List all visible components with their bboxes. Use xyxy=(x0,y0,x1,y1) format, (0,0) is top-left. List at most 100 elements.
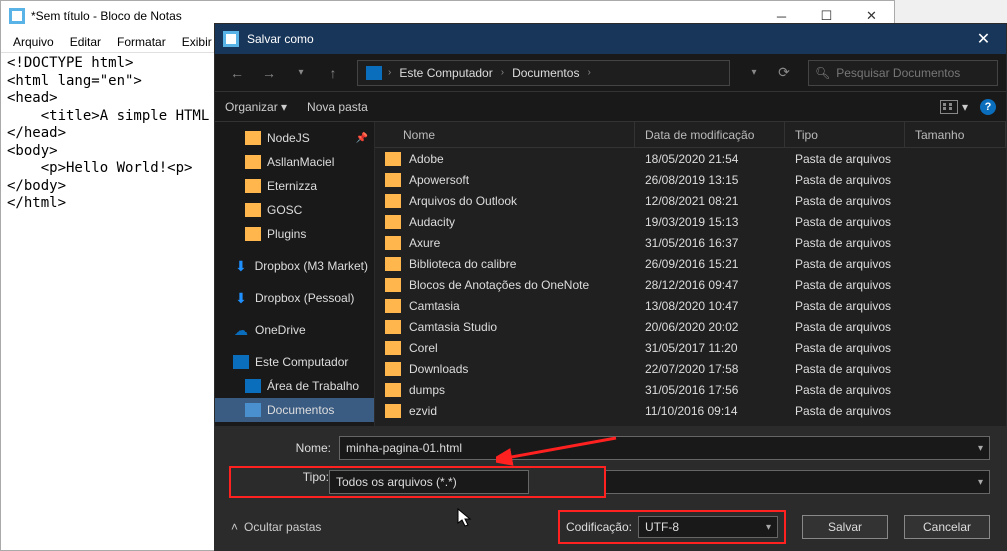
tree-item[interactable]: Área de Trabalho xyxy=(215,374,374,398)
breadcrumb-seg-0[interactable]: Este Computador xyxy=(393,66,498,80)
filename-label: Nome: xyxy=(231,441,331,455)
table-row[interactable]: Downloads22/07/2020 17:58Pasta de arquiv… xyxy=(375,358,1006,379)
notepad-title-text: *Sem título - Bloco de Notas xyxy=(31,9,182,23)
folder-icon xyxy=(385,194,401,208)
refresh-button[interactable]: ⟳ xyxy=(770,59,798,87)
menu-formatar[interactable]: Formatar xyxy=(111,33,172,51)
tree-item-label: Dropbox (Pessoal) xyxy=(255,291,354,305)
file-name: Biblioteca do calibre xyxy=(409,257,516,271)
chevron-right-icon: › xyxy=(388,67,391,78)
tree-item-label: GOSC xyxy=(267,203,302,217)
file-list[interactable]: Adobe18/05/2020 21:54Pasta de arquivosAp… xyxy=(375,148,1006,426)
col-header-date[interactable]: Data de modificação xyxy=(635,122,785,147)
table-row[interactable]: Blocos de Anotações do OneNote28/12/2016… xyxy=(375,274,1006,295)
col-header-type[interactable]: Tipo xyxy=(785,122,905,147)
dialog-footer: ˄ Ocultar pastas Codificação: UTF-8 ▾ Sa… xyxy=(215,504,1006,550)
save-button[interactable]: Salvar xyxy=(802,515,888,539)
folder-icon xyxy=(385,278,401,292)
col-header-name[interactable]: Nome xyxy=(375,122,635,147)
menu-arquivo[interactable]: Arquivo xyxy=(7,33,60,51)
tree-item[interactable]: AsllanMaciel xyxy=(215,150,374,174)
filename-input[interactable]: minha-pagina-01.html ▾ xyxy=(339,436,990,460)
tree-item[interactable]: ⬇ Dropbox (Pessoal) xyxy=(215,286,374,310)
tree-item[interactable]: NodeJS📌 xyxy=(215,126,374,150)
nav-recent-button[interactable]: ▾ xyxy=(287,59,315,87)
file-date: 19/03/2019 15:13 xyxy=(635,215,785,229)
file-name: ezvid xyxy=(409,404,437,418)
tree-item[interactable]: Downloads xyxy=(215,422,374,426)
view-mode-button[interactable]: ▾ xyxy=(940,100,968,114)
table-row[interactable]: Corel31/05/2017 11:20Pasta de arquivos xyxy=(375,337,1006,358)
file-date: 31/05/2017 11:20 xyxy=(635,341,785,355)
table-row[interactable]: Apowersoft26/08/2019 13:15Pasta de arqui… xyxy=(375,169,1006,190)
encoding-dropdown[interactable]: UTF-8 ▾ xyxy=(638,516,778,538)
tree-item-label: AsllanMaciel xyxy=(267,155,334,169)
filetype-dropdown[interactable]: ▾ xyxy=(606,470,990,494)
tree-item[interactable]: Eternizza xyxy=(215,174,374,198)
filetype-value: Todos os arquivos (*.*) xyxy=(336,475,457,489)
nav-back-button[interactable]: ← xyxy=(223,59,251,87)
menu-exibir[interactable]: Exibir xyxy=(176,33,218,51)
hide-folders-link[interactable]: ˄ Ocultar pastas xyxy=(231,520,321,534)
chevron-down-icon[interactable]: ▾ xyxy=(766,522,771,533)
file-name: Adobe xyxy=(409,152,444,166)
dialog-close-button[interactable]: ✕ xyxy=(961,24,1006,54)
tree-item-label: Documentos xyxy=(267,403,334,417)
file-type: Pasta de arquivos xyxy=(785,278,905,292)
table-row[interactable]: Axure31/05/2016 16:37Pasta de arquivos xyxy=(375,232,1006,253)
organize-menu[interactable]: Organizar ▾ xyxy=(225,100,287,114)
help-button[interactable]: ? xyxy=(980,99,996,115)
chevron-right-icon: › xyxy=(501,67,504,78)
file-pane: Nome Data de modificação Tipo Tamanho Ad… xyxy=(375,122,1006,426)
tree-item-label: Plugins xyxy=(267,227,306,241)
file-date: 12/08/2021 08:21 xyxy=(635,194,785,208)
folder-icon xyxy=(245,155,261,169)
folder-icon xyxy=(245,227,261,241)
folder-icon xyxy=(385,383,401,397)
table-row[interactable]: Camtasia13/08/2020 10:47Pasta de arquivo… xyxy=(375,295,1006,316)
file-type: Pasta de arquivos xyxy=(785,173,905,187)
table-row[interactable]: dumps31/05/2016 17:56Pasta de arquivos xyxy=(375,379,1006,400)
table-row[interactable]: Arquivos do Outlook12/08/2021 08:21Pasta… xyxy=(375,190,1006,211)
tree-item[interactable]: Documentos xyxy=(215,398,374,422)
chevron-down-icon[interactable]: ▾ xyxy=(978,477,983,488)
chevron-down-icon[interactable]: ▾ xyxy=(978,443,983,454)
new-folder-button[interactable]: Nova pasta xyxy=(307,100,368,114)
filetype-dropdown-inner[interactable]: Todos os arquivos (*.*) xyxy=(329,470,529,494)
table-row[interactable]: Audacity19/03/2019 15:13Pasta de arquivo… xyxy=(375,211,1006,232)
breadcrumb-seg-1[interactable]: Documentos xyxy=(506,66,585,80)
dropbox-icon: ⬇ xyxy=(233,290,249,307)
table-row[interactable]: Camtasia Studio20/06/2020 20:02Pasta de … xyxy=(375,316,1006,337)
breadcrumb[interactable]: › Este Computador › Documentos › xyxy=(357,60,730,86)
tree-item[interactable]: ☁OneDrive xyxy=(215,318,374,342)
encoding-label: Codificação: xyxy=(566,520,632,534)
nav-up-button[interactable]: ↑ xyxy=(319,59,347,87)
table-row[interactable]: Biblioteca do calibre26/09/2016 15:21Pas… xyxy=(375,253,1006,274)
table-row[interactable]: ezvid11/10/2016 09:14Pasta de arquivos xyxy=(375,400,1006,421)
dialog-titlebar[interactable]: Salvar como ✕ xyxy=(215,24,1006,54)
file-name: Corel xyxy=(409,341,438,355)
nav-forward-button[interactable]: → xyxy=(255,59,283,87)
file-type: Pasta de arquivos xyxy=(785,299,905,313)
file-date: 20/06/2020 20:02 xyxy=(635,320,785,334)
folder-icon xyxy=(245,179,261,193)
view-grid-icon xyxy=(940,100,958,114)
tree-item[interactable]: ⬇Dropbox (M3 Market) xyxy=(215,254,374,278)
file-date: 28/12/2016 09:47 xyxy=(635,278,785,292)
menu-editar[interactable]: Editar xyxy=(64,33,107,51)
hide-folders-label: Ocultar pastas xyxy=(244,520,321,534)
tree-pane[interactable]: NodeJS📌 AsllanMaciel Eternizza GOSC Plugins ⬇… xyxy=(215,122,375,426)
pc-icon xyxy=(233,355,249,369)
search-input[interactable]: 🔍︎ Pesquisar Documentos xyxy=(808,60,998,86)
table-row[interactable]: Adobe18/05/2020 21:54Pasta de arquivos xyxy=(375,148,1006,169)
documents-icon xyxy=(245,403,261,417)
fields-area: Nome: minha-pagina-01.html ▾ Tipo: Todos… xyxy=(215,426,1006,504)
file-name: Audacity xyxy=(409,215,455,229)
tree-item[interactable]: GOSC xyxy=(215,198,374,222)
tree-item[interactable]: Este Computador xyxy=(215,350,374,374)
tree-item[interactable]: Plugins xyxy=(215,222,374,246)
col-header-size[interactable]: Tamanho xyxy=(905,122,1006,147)
onedrive-icon: ☁ xyxy=(233,322,249,339)
breadcrumb-dropdown-button[interactable]: ▾ xyxy=(740,59,768,87)
cancel-button[interactable]: Cancelar xyxy=(904,515,990,539)
